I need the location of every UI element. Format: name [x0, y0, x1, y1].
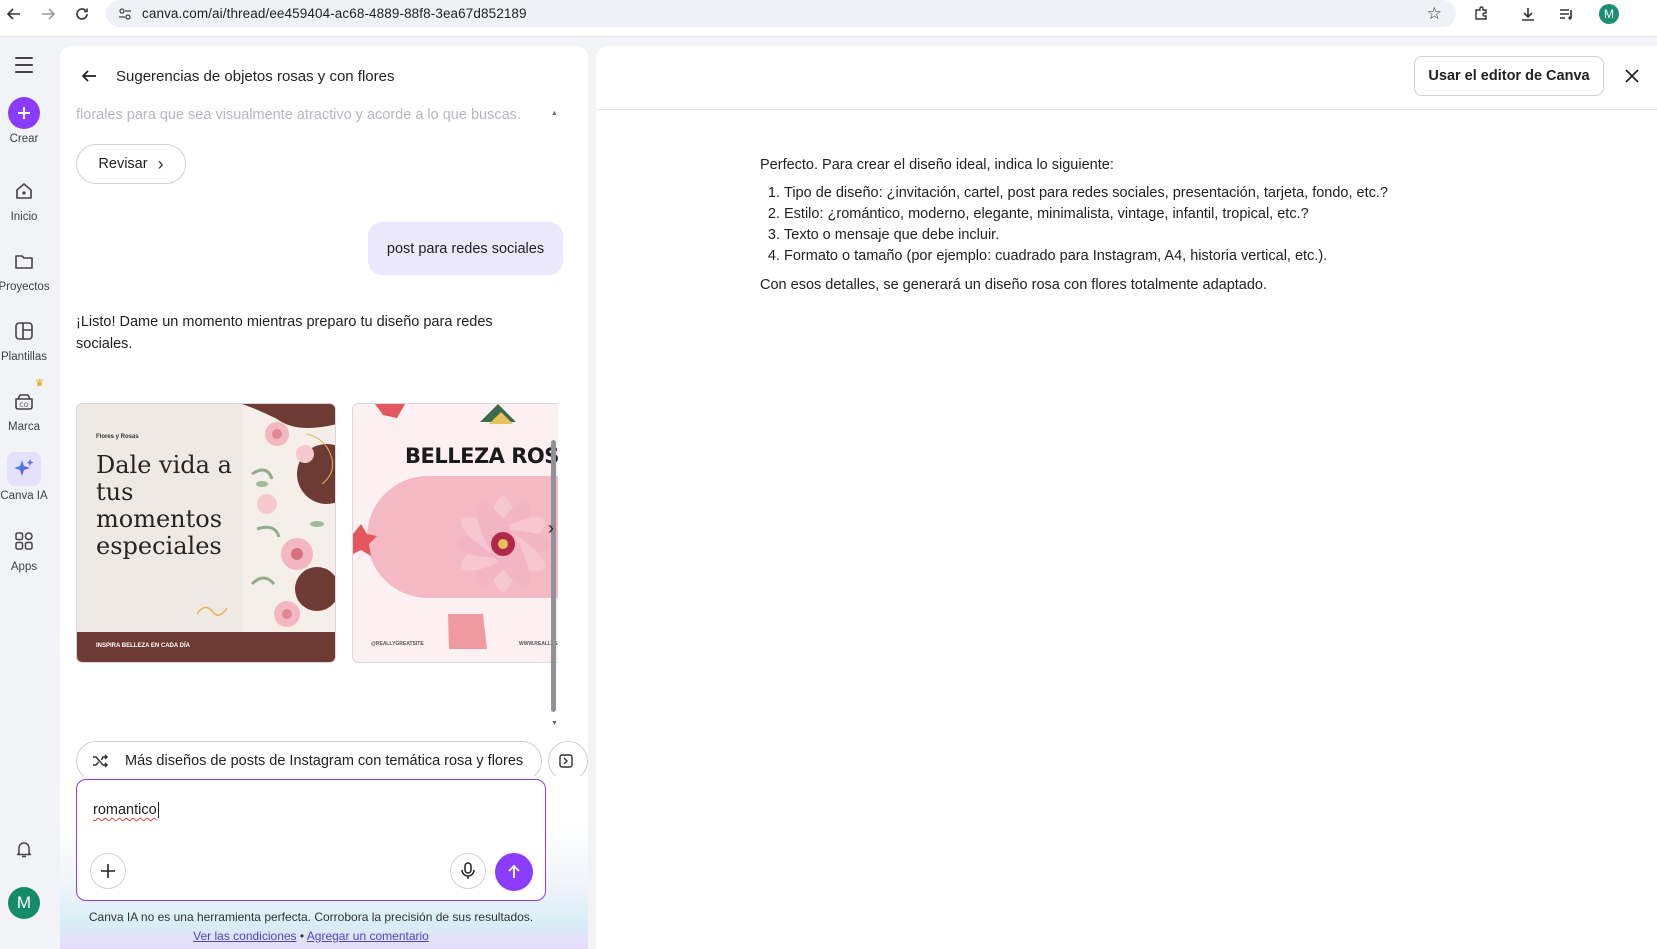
response-panel: Usar el editor de Canva Perfecto. Para c…	[596, 46, 1657, 949]
design-card[interactable]: Flores y Rosas Dale vida a tus momentos …	[76, 403, 336, 663]
scroll-up-arrow-icon[interactable]: ▲	[551, 110, 558, 117]
revisar-label: Revisar	[98, 156, 148, 172]
card-brand: Flores y Rosas	[96, 434, 139, 440]
design-carousel: Flores y Rosas Dale vida a tus momentos …	[76, 403, 558, 665]
suggestion-row: Más diseños de posts de Instagram con te…	[76, 741, 588, 781]
link-separator: •	[299, 929, 305, 943]
chevron-right-icon: ›	[157, 153, 164, 174]
user-avatar[interactable]: M	[8, 887, 40, 919]
folder-icon	[8, 245, 40, 277]
browser-profile-avatar[interactable]: M	[1599, 4, 1619, 24]
home-icon	[8, 175, 40, 207]
templates-icon	[8, 315, 40, 347]
flower-artwork	[353, 404, 558, 649]
card-headline: BELLEZA ROSA	[405, 444, 558, 468]
rail-item-apps[interactable]: Apps	[0, 525, 48, 573]
microphone-button[interactable]	[450, 853, 486, 889]
use-canva-editor-button[interactable]: Usar el editor de Canva	[1414, 56, 1604, 96]
chat-header: Sugerencias de objetos rosas y con flore…	[60, 46, 588, 106]
address-bar[interactable]: canva.com/ai/thread/ee459404-ac68-4889-8…	[106, 0, 1456, 27]
chat-title: Sugerencias de objetos rosas y con flore…	[116, 67, 395, 85]
list-item: Tipo de diseño: ¿invitación, cartel, pos…	[784, 183, 1460, 204]
list-item: Texto o mensaje que debe incluir.	[784, 225, 1460, 246]
rail-item-crear[interactable]: Crear	[0, 97, 48, 145]
menu-hamburger-icon[interactable]	[12, 55, 36, 75]
attach-plus-button[interactable]	[90, 853, 126, 889]
rail-label: Inicio	[10, 211, 38, 223]
rail-label: Crear	[9, 133, 39, 145]
suggestion-label: Más diseños de posts de Instagram con te…	[125, 753, 524, 769]
list-item: Formato o tamaño (por ejemplo: cuadrado …	[784, 246, 1460, 267]
media-control-icon[interactable]	[1555, 3, 1577, 25]
crown-icon: ♛	[35, 378, 44, 389]
card-footer: INSPIRA BELLEZA EN CADA DÍA	[77, 632, 335, 662]
browser-forward-icon[interactable]	[37, 3, 59, 25]
rail-label: Apps	[10, 561, 38, 573]
response-intro: Perfecto. Para crear el diseño ideal, in…	[760, 157, 1114, 173]
ai-disclaimer: Canva IA no es una herramienta perfecta.…	[88, 910, 534, 924]
assistant-message: ¡Listo! Dame un momento mientras preparo…	[76, 314, 493, 352]
browser-back-icon[interactable]	[3, 3, 25, 25]
site-settings-icon[interactable]	[118, 7, 132, 21]
apps-icon	[8, 525, 40, 557]
canva-app: Crear Inicio Proyectos Plantillas ♛ CO M…	[0, 37, 1657, 949]
back-arrow-icon[interactable]	[80, 66, 100, 86]
suggestion-chip[interactable]: Más diseños de posts de Instagram con te…	[76, 741, 542, 781]
composer-input-text[interactable]: romantico	[93, 802, 159, 819]
url-text[interactable]: canva.com/ai/thread/ee459404-ac68-4889-8…	[142, 6, 527, 21]
rail-label: Marca	[8, 421, 40, 433]
rail-label: Proyectos	[0, 281, 50, 293]
response-list: Tipo de diseño: ¿invitación, cartel, pos…	[760, 183, 1460, 267]
browser-reload-icon[interactable]	[71, 3, 93, 25]
rail-item-inicio[interactable]: Inicio	[0, 175, 48, 223]
rail-item-proyectos[interactable]: Proyectos	[0, 245, 50, 293]
list-item: Estilo: ¿romántico, moderno, elegante, m…	[784, 204, 1460, 225]
carousel-next-chevron-icon[interactable]: ›	[538, 515, 558, 541]
message-composer[interactable]: romantico	[76, 779, 546, 901]
card-headline: Dale vida a tus momentos especiales	[96, 451, 232, 560]
card-meta-left: @REALLYGREATSITE	[371, 641, 424, 647]
brand-icon: CO	[8, 385, 40, 417]
response-panel-header: Usar el editor de Canva	[596, 46, 1657, 110]
ai-chat-panel: Sugerencias de objetos rosas y con flore…	[60, 46, 588, 949]
text-caret	[157, 802, 159, 819]
downloads-icon[interactable]	[1517, 3, 1539, 25]
rail-item-marca[interactable]: ♛ CO Marca	[0, 378, 48, 433]
notifications-bell-icon[interactable]	[12, 837, 36, 861]
feedback-link[interactable]: Agregar un comentario	[307, 929, 429, 943]
close-icon[interactable]	[1620, 64, 1644, 88]
revisar-button[interactable]: Revisar ›	[76, 144, 186, 184]
terms-link[interactable]: Ver las condiciones	[193, 929, 296, 943]
left-rail: Crear Inicio Proyectos Plantillas ♛ CO M…	[0, 37, 50, 949]
bookmark-star-icon[interactable]: ☆	[1427, 4, 1442, 24]
rail-label: Plantillas	[0, 351, 48, 363]
rail-item-plantillas[interactable]: Plantillas	[0, 315, 48, 363]
footer-links: Ver las condiciones • Agregar un comenta…	[60, 929, 562, 943]
response-outro: Con esos detalles, se generará un diseño…	[760, 277, 1268, 293]
previous-message-fragment: florales para que sea visualmente atract…	[76, 108, 521, 123]
svg-text:CO: CO	[20, 402, 29, 409]
suggestion-more-chip[interactable]	[548, 741, 588, 781]
scroll-down-arrow-icon[interactable]: ▼	[551, 720, 558, 727]
response-content: Perfecto. Para crear el diseño ideal, in…	[760, 155, 1460, 295]
scroll-thumb[interactable]	[551, 440, 556, 712]
sparkle-icon	[7, 452, 41, 486]
shuffle-icon	[89, 750, 111, 772]
rail-label: Canva IA	[0, 490, 48, 502]
send-button[interactable]	[495, 853, 533, 891]
rail-item-canva-ia[interactable]: Canva IA	[0, 452, 48, 502]
composer-area: romantico Canva IA no es una herramienta…	[60, 776, 588, 949]
design-card[interactable]: BELLEZA ROSA @REALLYGREATSITE WWW.REALLY…	[352, 403, 558, 663]
extensions-icon[interactable]	[1470, 3, 1492, 25]
chat-scrollbar[interactable]: ▲ ▼	[550, 110, 558, 730]
plus-icon	[8, 97, 40, 129]
user-message-bubble: post para redes sociales	[368, 222, 563, 275]
card-footer-text: INSPIRA BELLEZA EN CADA DÍA	[96, 643, 191, 649]
